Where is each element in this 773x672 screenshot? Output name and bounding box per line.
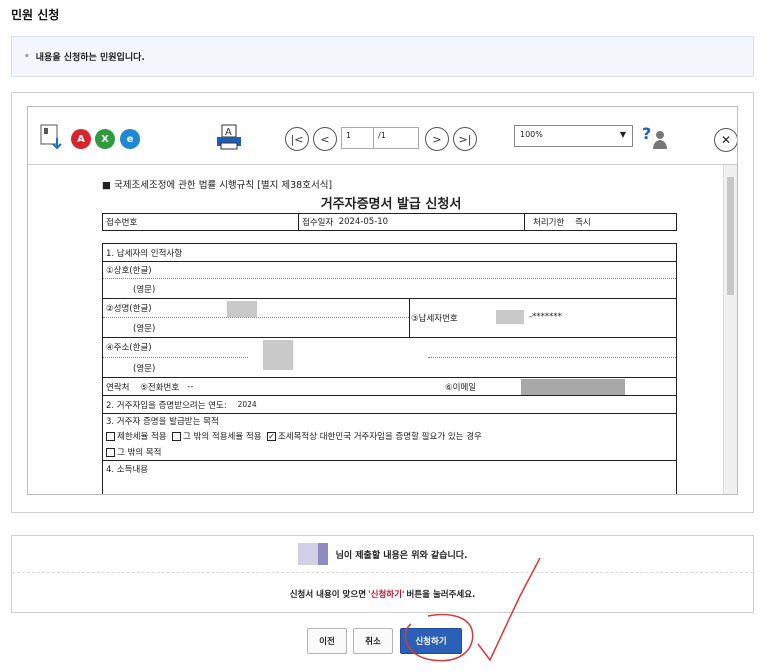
phone-label: ⑤전화번호 [140,382,180,393]
purpose4-label: 그 밖의 목적 [117,448,162,458]
section4-title: 4. 소득내용 [103,460,676,476]
purpose-row-1: 제한세율 적용 그 밖의 적용세율 적용 ✓ 조세목적상 대한민국 거주자임을 증… [103,428,676,444]
receipt-date-label: 접수일자 [302,218,334,228]
svg-text:?: ? [642,124,651,143]
email-label: ⑥이메일 [445,383,477,393]
notice-bullet: • [24,51,30,62]
first-page-button[interactable]: |< [285,127,309,151]
taxpayer-no-label: ③납세자번호 [411,314,458,324]
name-kr-label: ②성명(한글) [103,298,676,317]
prev-page-button[interactable]: < [313,127,337,151]
confirm-statement-row: 님이 제출할 내용은 위와 같습니다. [12,536,753,573]
purpose4-checkbox[interactable] [106,447,115,457]
document-page: ■ 국제조세조정에 관한 법률 시행규칙 [별지 제38호서식] 거주자증명서 … [90,165,692,494]
taxpayer-no-value: -******* [529,312,562,322]
print-icon[interactable]: A [215,123,243,151]
purpose-row-2: 그 밖의 목적 [103,444,676,460]
applicant-section: 1. 납세자의 인적사항 ①상호(한글) (영문) ②성명(한글) (영문) ③… [102,243,677,494]
save-icon[interactable] [40,124,64,152]
instruction-after: 버튼을 눌러주세요. [406,590,476,600]
instruction-before: 신청서 내용이 맞으면 [289,590,367,600]
chevron-down-icon: ▼ [619,130,626,139]
redacted-name [227,301,257,317]
process-cell: 처리기한 즉시 [525,214,676,230]
receipt-date: 2024-05-10 [338,217,389,227]
section3-title: 3. 거주자 증명을 발급받는 목적 [103,413,676,428]
notice-box: • 내용을 신청하는 민원입니다. [11,36,754,77]
confirm-instruction: 신청서 내용이 맞으면 '신청하기' 버튼을 눌러주세요. [12,574,753,614]
document-viewer: A X e A |< < 1 /1 > >| 100% ▼ ? ✕ ■ 국제조세조… [27,106,738,495]
purpose2-label: 그 밖의 적용세율 적용 [183,432,262,442]
name-en-label: (영문) [133,323,156,334]
last-page-button[interactable]: >| [453,127,477,151]
page-total: /1 [374,127,419,149]
section2-year: 2024 [237,400,257,409]
viewer-toolbar: A X e A |< < 1 /1 > >| 100% ▼ ? ✕ [28,107,737,165]
next-page-button[interactable]: > [425,127,449,151]
redacted-email [521,379,625,395]
hwp-icon[interactable]: e [120,129,140,149]
receipt-no-label: 접수번호 [103,214,299,230]
confirm-box: 님이 제출할 내용은 위와 같습니다. 신청서 내용이 맞으면 '신청하기' 버… [11,535,754,613]
purpose1-checkbox[interactable] [106,431,115,441]
section2-label: 2. 거주자임을 증명받으려는 연도: [106,400,227,411]
svg-text:A: A [225,127,232,138]
company-kr-label: ①상호(한글) [103,261,676,278]
confirm-statement: 님이 제출할 내용은 위와 같습니다. [335,550,468,561]
purpose3-checkbox[interactable]: ✓ [266,431,276,441]
zoom-value: 100% [520,130,543,139]
document-viewer-frame: A X e A |< < 1 /1 > >| 100% ▼ ? ✕ ■ 국제조세조… [11,92,754,513]
scrollbar-thumb[interactable] [727,177,734,295]
page-number-input[interactable]: 1 [341,127,374,149]
instruction-highlight: '신청하기' [368,590,405,600]
phone-value: -- [187,381,194,392]
notice-text: 내용을 신청하는 민원입니다. [35,53,145,63]
close-icon[interactable]: ✕ [714,128,737,152]
page-title: 민원 신청 [11,8,60,22]
contact-label: 연락처 [106,382,130,393]
pdf-icon[interactable]: A [71,129,91,149]
process-value: 즉시 [575,218,591,228]
section1-title: 1. 납세자의 인적사항 [106,248,183,259]
addr-kr-label: ④주소(한글) [103,337,676,356]
help-icon[interactable]: ? [641,123,669,151]
process-label: 처리기한 [533,218,565,228]
redacted-taxpayer-no [496,310,524,324]
addr-en-label: (영문) [133,363,156,374]
receipt-row: 접수번호 접수일자 2024-05-10 처리기한 즉시 [102,213,677,231]
purpose1-label: 제한세율 적용 [117,432,167,442]
viewer-scrollbar[interactable] [723,165,737,494]
receipt-date-cell: 접수일자 2024-05-10 [299,214,525,230]
zoom-select[interactable]: 100% ▼ [514,125,633,147]
cancel-button[interactable]: 취소 [353,628,393,654]
company-en-label: (영문) [133,284,156,295]
purpose2-checkbox[interactable] [172,431,182,441]
section2-row: 2. 거주자임을 증명받으려는 연도: 2024 [103,395,676,413]
submit-button[interactable]: 신청하기 [400,628,462,654]
law-reference: ■ 국제조세조정에 관한 법률 시행규칙 [별지 제38호서식] [102,180,333,191]
purpose3-label: 조세목적상 대한민국 거주자임을 증명할 필요가 있는 경우 [277,432,482,442]
form-title: 거주자증명서 발급 신청서 [320,197,462,212]
prev-button[interactable]: 이전 [307,628,347,654]
redacted-applicant-name [297,543,328,565]
excel-icon[interactable]: X [95,129,115,149]
